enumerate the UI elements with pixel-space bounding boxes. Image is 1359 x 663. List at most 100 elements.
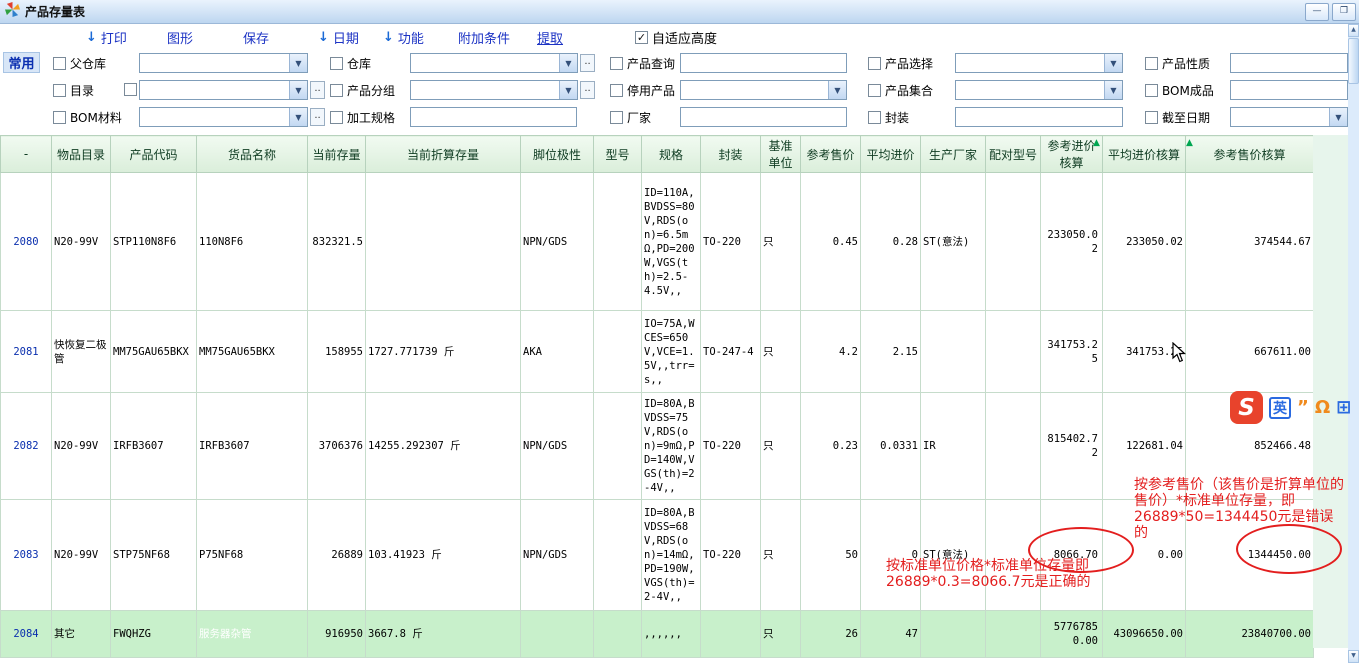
header-item-catalog[interactable]: 物品目录 [52, 136, 111, 173]
cell[interactable]: ST(意法) [921, 173, 986, 311]
bom-product-input[interactable] [1230, 80, 1348, 100]
cell[interactable]: TO-220 [701, 393, 761, 500]
row-number-cell[interactable]: 2082 [1, 393, 52, 500]
cell[interactable]: 158955 [308, 311, 366, 393]
checkbox-icon[interactable] [1145, 111, 1158, 124]
end-date-combo[interactable]: ▼ [1230, 107, 1348, 127]
header-paired-model[interactable]: 配对型号 [986, 136, 1041, 173]
header-base-unit[interactable]: 基准单位 [761, 136, 801, 173]
print-button[interactable]: ↓ 打印 [86, 28, 127, 47]
process-spec-input[interactable] [410, 107, 577, 127]
vertical-scrollbar[interactable]: ▲ ▼ [1348, 24, 1359, 663]
scroll-down-icon[interactable]: ▼ [1348, 650, 1359, 663]
cell[interactable]: ST(意法) [921, 500, 986, 611]
cell[interactable]: 只 [761, 611, 801, 658]
checkbox-icon[interactable] [53, 111, 66, 124]
cell[interactable]: 43096650.00 [1103, 611, 1186, 658]
cell[interactable]: 26889 [308, 500, 366, 611]
header-avg-cost[interactable]: 平均进价 [861, 136, 921, 173]
cell[interactable] [986, 311, 1041, 393]
cell[interactable]: NPN/GDS [521, 173, 594, 311]
filter-product-nature[interactable]: 产品性质 [1145, 55, 1210, 72]
cell[interactable]: 其它 [52, 611, 111, 658]
cell[interactable]: 0.0331 [861, 393, 921, 500]
checkbox-icon[interactable] [610, 111, 623, 124]
checkbox-icon[interactable] [868, 111, 881, 124]
cell[interactable]: 50 [801, 500, 861, 611]
cell[interactable]: 只 [761, 311, 801, 393]
warehouse-combo[interactable]: ▼ [410, 53, 578, 73]
checkbox-icon[interactable] [53, 84, 66, 97]
product-select-combo[interactable]: ▼ [955, 53, 1123, 73]
filter-product-set[interactable]: 产品集合 [868, 82, 933, 99]
extract-button[interactable]: 提取 [537, 28, 563, 47]
cell[interactable]: IRFB3607 [111, 393, 197, 500]
cell[interactable] [921, 311, 986, 393]
cell[interactable]: 374544.67 [1186, 173, 1314, 311]
filter-end-date[interactable]: 截至日期 [1145, 109, 1210, 126]
cell[interactable]: 0.23 [801, 393, 861, 500]
cell[interactable]: P75NF68 [197, 500, 308, 611]
dropdown-arrow-icon[interactable]: ▼ [559, 81, 577, 99]
cell[interactable]: AKA [521, 311, 594, 393]
cell[interactable] [701, 611, 761, 658]
filter-disabled-product[interactable]: 停用产品 [610, 82, 675, 99]
cell[interactable]: N20-99V [52, 500, 111, 611]
cell[interactable]: N20-99V [52, 173, 111, 311]
grid-icon[interactable]: ⊞ [1336, 397, 1351, 418]
cell[interactable] [594, 393, 642, 500]
cell[interactable]: 1727.771739 斤 [366, 311, 521, 393]
disabled-product-combo[interactable]: ▼ [680, 80, 847, 100]
product-set-combo[interactable]: ▼ [955, 80, 1123, 100]
product-group-browse-button[interactable]: .. [580, 81, 595, 99]
cell[interactable] [594, 173, 642, 311]
cell[interactable] [521, 611, 594, 658]
header-current-stock[interactable]: 当前存量 [308, 136, 366, 173]
translate-icon[interactable]: 英 [1269, 397, 1291, 419]
cell[interactable]: ID=80A,BVDSS=68V,RDS(on)=14mΩ,PD=190W,VG… [642, 500, 701, 611]
filter-package[interactable]: 封装 [868, 109, 909, 126]
cell[interactable]: 0.45 [801, 173, 861, 311]
checkbox-icon[interactable] [868, 57, 881, 70]
cell[interactable]: MM75GAU65BKX [197, 311, 308, 393]
cell[interactable] [594, 311, 642, 393]
dropdown-arrow-icon[interactable]: ▼ [289, 108, 307, 126]
row-number-cell[interactable]: 2081 [1, 311, 52, 393]
cell[interactable] [594, 500, 642, 611]
dropdown-arrow-icon[interactable]: ▼ [289, 54, 307, 72]
cell[interactable]: NPN/GDS [521, 500, 594, 611]
manufacturer-input[interactable] [680, 107, 847, 127]
row-number-cell[interactable]: 2083 [1, 500, 52, 611]
minimize-icon[interactable]: — [1305, 3, 1329, 21]
cell[interactable]: 只 [761, 500, 801, 611]
autofit-checkbox[interactable]: ✓ 自适应高度 [635, 28, 717, 47]
cell[interactable]: 快恢复二极管 [52, 311, 111, 393]
functions-button[interactable]: ↓ 功能 [383, 28, 424, 47]
cell[interactable] [986, 393, 1041, 500]
cell[interactable]: ID=110A,BVDSS=80V,RDS(on)=6.5mΩ,PD=200W,… [642, 173, 701, 311]
cell[interactable]: NPN/GDS [521, 393, 594, 500]
quote-icon[interactable]: ” [1297, 397, 1309, 418]
cell[interactable]: 23840700.00 [1186, 611, 1314, 658]
filter-product-group[interactable]: 产品分组 [330, 82, 395, 99]
row-number-cell[interactable]: 2084 [1, 611, 52, 658]
filter-bom-product[interactable]: BOM成品 [1145, 82, 1214, 99]
filter-process-spec[interactable]: 加工规格 [330, 109, 395, 126]
dropdown-arrow-icon[interactable]: ▼ [289, 81, 307, 99]
cell[interactable]: STP75NF68 [111, 500, 197, 611]
omega-icon[interactable]: Ω [1315, 397, 1330, 418]
product-nature-input[interactable] [1230, 53, 1348, 73]
cell[interactable]: IO=75A,WCES=650V,VCE=1.5V,,trr=s,, [642, 311, 701, 393]
cell[interactable] [986, 611, 1041, 658]
cell[interactable]: 110N8F6 [197, 173, 308, 311]
header-spec[interactable]: 规格 [642, 136, 701, 173]
bom-material-browse-button[interactable]: .. [310, 108, 325, 126]
cell[interactable]: FWQHZG [111, 611, 197, 658]
cell[interactable]: 667611.00 [1186, 311, 1314, 393]
header-avg-cost-calc[interactable]: 平均进价核算 [1103, 136, 1186, 173]
warehouse-browse-button[interactable]: .. [580, 54, 595, 72]
graph-button[interactable]: 图形 [167, 28, 193, 47]
checkbox-icon[interactable] [868, 84, 881, 97]
checkbox-icon[interactable] [53, 57, 66, 70]
cell[interactable]: 47 [861, 611, 921, 658]
